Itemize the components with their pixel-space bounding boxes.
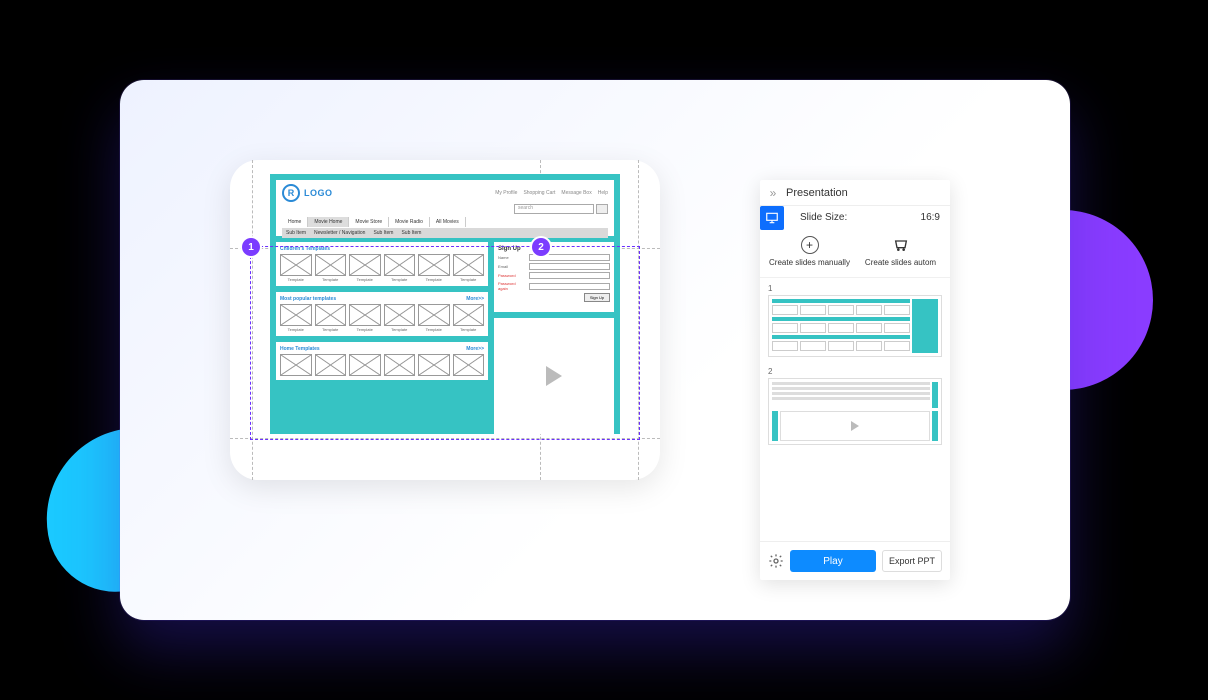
mock-top-links: My Profile Shopping Cart Message Box Hel… [495, 190, 608, 196]
search-input[interactable]: search [514, 204, 594, 214]
cart-icon [892, 236, 910, 254]
slide-size-label: Slide Size: [800, 212, 847, 223]
subnav-item[interactable]: Newsletter / Navigation [314, 230, 365, 236]
slide-item[interactable]: 2 [768, 367, 942, 445]
slide-size-value[interactable]: 16:9 [921, 212, 940, 223]
logo-r-icon: R [282, 184, 300, 202]
slide-number: 2 [768, 367, 942, 376]
selection-badge-1: 1 [242, 238, 260, 256]
selection-box[interactable] [250, 246, 640, 440]
gear-icon[interactable] [768, 553, 784, 569]
subnav-item[interactable]: Sub Item [373, 230, 393, 236]
plus-icon: + [801, 236, 819, 254]
top-link[interactable]: Shopping Cart [523, 190, 555, 196]
presentation-panel: » Presentation Slide Size: 16:9 + Create… [760, 180, 950, 580]
mock-logo: R LOGO [282, 184, 333, 202]
slide-thumb [768, 295, 942, 357]
search-button[interactable] [596, 204, 608, 214]
logo-text: LOGO [304, 188, 333, 198]
nav-item[interactable]: Movie Home [308, 217, 349, 227]
top-link[interactable]: Help [598, 190, 608, 196]
nav-item[interactable]: Home [282, 217, 308, 227]
slide-item[interactable]: 1 [768, 284, 942, 357]
presentation-icon[interactable] [760, 206, 784, 230]
slide-list[interactable]: 1 2 [760, 278, 950, 541]
nav-item[interactable]: All Movies [430, 217, 466, 227]
panel-title: Presentation [786, 187, 848, 199]
nav-item[interactable]: Movie Radio [389, 217, 430, 227]
action-label: Create slides manually [769, 258, 850, 267]
selection-badge-2: 2 [532, 238, 550, 256]
mock-subnav: Sub Item Newsletter / Navigation Sub Ite… [282, 228, 608, 238]
slide-number: 1 [768, 284, 942, 293]
canvas-card: R LOGO My Profile Shopping Cart Message … [230, 160, 660, 480]
top-link[interactable]: Message Box [561, 190, 591, 196]
mock-nav: Home Movie Home Movie Store Movie Radio … [282, 217, 608, 227]
nav-item[interactable]: Movie Store [349, 217, 389, 227]
app-window: R LOGO My Profile Shopping Cart Message … [120, 80, 1070, 620]
top-link[interactable]: My Profile [495, 190, 517, 196]
subnav-item[interactable]: Sub Item [286, 230, 306, 236]
subnav-item[interactable]: Sub Item [401, 230, 421, 236]
collapse-toggle[interactable]: » [760, 180, 786, 206]
export-ppt-button[interactable]: Export PPT [882, 550, 942, 572]
action-label: Create slides autom [865, 258, 936, 267]
mock-header: R LOGO My Profile Shopping Cart Message … [276, 180, 614, 236]
slide-thumb [768, 378, 942, 445]
play-icon [851, 421, 859, 431]
create-slides-manually[interactable]: + Create slides manually [764, 236, 855, 267]
create-slides-auto[interactable]: Create slides autom [855, 236, 946, 267]
play-button[interactable]: Play [790, 550, 876, 572]
